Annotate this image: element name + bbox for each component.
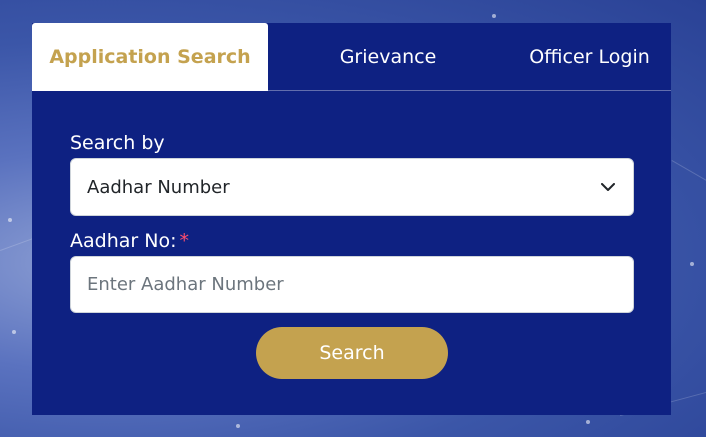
- bg-dot: [8, 218, 12, 222]
- bg-dot: [586, 420, 590, 424]
- search-panel: Application Search Grievance Officer Log…: [32, 23, 671, 415]
- aadhar-label: Aadhar No: *: [70, 226, 634, 256]
- bg-dot: [690, 262, 694, 266]
- aadhar-input[interactable]: [70, 256, 634, 313]
- tab-application-search[interactable]: Application Search: [32, 23, 268, 91]
- chevron-down-icon: [599, 178, 617, 196]
- bg-dot: [12, 330, 16, 334]
- search-button[interactable]: Search: [256, 327, 448, 379]
- bg-dot: [236, 424, 240, 428]
- search-by-label: Search by: [70, 132, 165, 154]
- required-marker: *: [179, 230, 189, 252]
- search-by-select[interactable]: Aadhar Number: [70, 158, 634, 216]
- search-by-selected-value: Aadhar Number: [87, 176, 230, 198]
- bg-dot: [492, 14, 496, 18]
- button-row: Search: [70, 327, 634, 379]
- tab-grievance[interactable]: Grievance: [298, 23, 478, 91]
- bg-line: [671, 160, 706, 181]
- tab-bar: Application Search Grievance Officer Log…: [32, 23, 671, 91]
- tab-officer-login[interactable]: Officer Login: [508, 23, 671, 91]
- aadhar-label-text: Aadhar No:: [70, 230, 177, 252]
- application-search-form: Search by Aadhar Number Aadhar No:* Sear…: [70, 128, 634, 379]
